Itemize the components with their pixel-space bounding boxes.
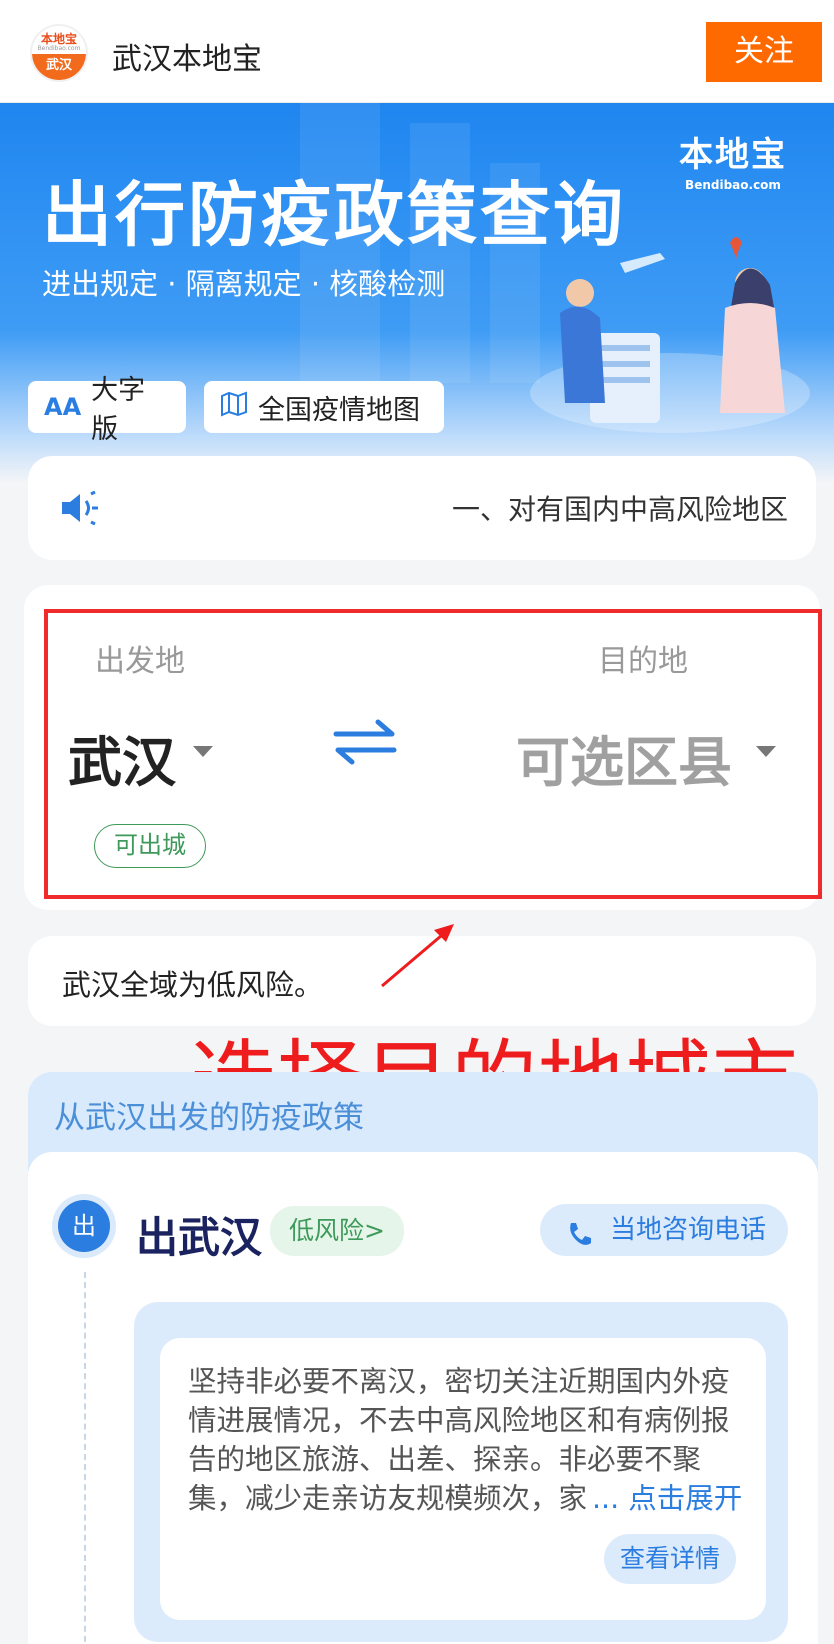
departure-title: 出武汉: [136, 1213, 263, 1262]
destination-dropdown-icon[interactable]: [756, 746, 776, 757]
app-header: 本地宝 Bendibao.com 武汉 武汉本地宝 关注: [0, 0, 834, 103]
policy-section-title: 从武汉出发的防疫政策: [54, 1100, 364, 1136]
banner-brand-text: 本地宝: [679, 135, 787, 175]
origin-dropdown-icon[interactable]: [193, 746, 213, 757]
app-title: 武汉本地宝: [112, 42, 262, 77]
destination-city-select[interactable]: 可选区县: [516, 718, 732, 797]
large-text-label: 大字版: [91, 375, 146, 445]
bendibao-logo: 本地宝 Bendibao.com 武汉: [30, 24, 88, 82]
large-text-button[interactable]: AA 大字版: [28, 375, 186, 445]
speaker-icon: [58, 486, 102, 534]
national-epidemic-map-button[interactable]: 全国疫情地图: [204, 381, 444, 433]
phone-icon: [564, 1216, 594, 1268]
travel-illustration: [530, 237, 810, 433]
origin-label: 出发地: [95, 644, 185, 679]
leave-city-status-badge: 可出城: [94, 824, 206, 868]
swap-direction-icon[interactable]: [332, 718, 398, 770]
font-size-icon: AA: [44, 393, 82, 421]
notice-text: 一、对有国内中高风险地区: [452, 493, 789, 526]
local-hotline-button[interactable]: 当地咨询电话: [540, 1204, 788, 1256]
timeline-divider: [84, 1272, 86, 1644]
departure-badge: 出: [58, 1200, 110, 1252]
view-details-button[interactable]: 查看详情: [604, 1534, 736, 1584]
logo-domain-text: Bendibao.com: [37, 45, 81, 52]
banner-brand-logo: 本地宝 Bendibao.com: [668, 127, 798, 192]
origin-city-select[interactable]: 武汉: [68, 718, 176, 797]
map-icon: [220, 391, 248, 423]
logo-city-text: 武汉: [32, 54, 86, 80]
map-button-label: 全国疫情地图: [258, 394, 420, 426]
banner-brand-domain: Bendibao.com: [685, 178, 781, 192]
risk-summary-text: 武汉全域为低风险。: [62, 968, 324, 1002]
risk-level-link[interactable]: 低风险>: [270, 1206, 404, 1256]
hotline-label: 当地咨询电话: [610, 1215, 767, 1245]
annotation-arrow-icon: [381, 924, 454, 988]
destination-label: 目的地: [598, 644, 688, 679]
banner-subtitle: 进出规定 · 隔离规定 · 核酸检测: [42, 267, 446, 301]
expand-link[interactable]: ... 点击展开: [588, 1479, 743, 1518]
notice-bar[interactable]: 一、对有国内中高风险地区: [28, 456, 816, 560]
follow-button[interactable]: 关注: [706, 22, 822, 82]
hero-banner: 本地宝 Bendibao.com 出行防疫政策查询 进出规定 · 隔离规定 · …: [0, 103, 834, 483]
